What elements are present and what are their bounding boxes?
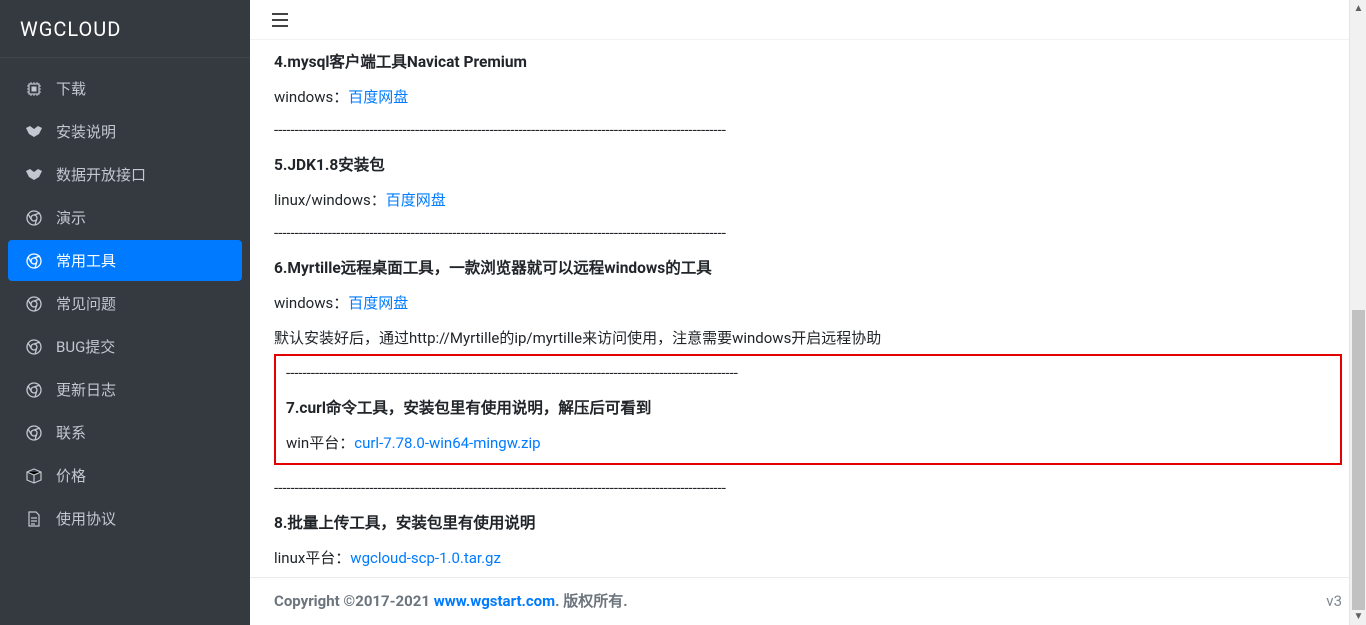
sidebar-item-label: 演示 (56, 207, 86, 228)
hamburger-icon (272, 13, 288, 27)
divider: ----------------------------------------… (286, 364, 1330, 382)
main-area: 4.mysql客户端工具Navicat Premiumwindows：百度网盘-… (250, 0, 1366, 625)
sidebar-item-4[interactable]: 常用工具 (8, 240, 242, 281)
content-line: linux/windows：百度网盘 (274, 189, 1342, 210)
brand-logo[interactable]: WGCLOUD (0, 0, 250, 58)
sidebar-item-label: 数据开放接口 (56, 164, 146, 185)
sidebar-item-9[interactable]: 价格 (8, 455, 242, 496)
file-icon (22, 511, 46, 527)
highlighted-section: ----------------------------------------… (274, 354, 1342, 465)
sidebar-item-label: BUG提交 (56, 336, 115, 357)
sidebar-item-6[interactable]: BUG提交 (8, 326, 242, 367)
sidebar-item-1[interactable]: 安装说明 (8, 111, 242, 152)
handshake-icon (22, 168, 46, 182)
content-line: win平台：curl-7.78.0-win64-mingw.zip (286, 432, 1330, 453)
content-line: linux平台：wgcloud-scp-1.0.tar.gz (274, 547, 1342, 568)
section-title: 4.mysql客户端工具Navicat Premium (274, 50, 1342, 72)
handshake-icon (22, 125, 46, 139)
sidebar-item-label: 常用工具 (56, 250, 116, 271)
line-prefix: windows： (274, 88, 348, 106)
vertical-scrollbar[interactable]: ▲ ▼ (1349, 0, 1366, 625)
scroll-down-arrow[interactable]: ▼ (1350, 608, 1366, 625)
sidebar: WGCLOUD 下载安装说明数据开放接口演示常用工具常见问题 BUG提交更新日志联… (0, 0, 250, 625)
section-title: 6.Myrtille远程桌面工具，一款浏览器就可以远程windows的工具 (274, 256, 1342, 278)
chrome-icon (22, 382, 46, 398)
sidebar-item-label: 价格 (56, 465, 86, 486)
content-line: 默认安装好后，通过http://Myrtille的ip/myrtille来访问使… (274, 327, 1342, 348)
sidebar-item-label: 联系 (56, 422, 86, 443)
chrome-icon (22, 253, 46, 269)
download-link[interactable]: 百度网盘 (348, 294, 408, 312)
sidebar-item-label: 安装说明 (56, 121, 116, 142)
sidebar-nav: 下载安装说明数据开放接口演示常用工具常见问题 BUG提交更新日志联系价格使用协议 (0, 58, 250, 551)
sidebar-item-label: 常见问题 (56, 293, 116, 314)
chrome-icon (22, 296, 46, 312)
divider: ----------------------------------------… (274, 479, 1342, 497)
sidebar-item-label: 更新日志 (56, 379, 116, 400)
topbar (250, 0, 1366, 40)
sidebar-item-label: 使用协议 (56, 508, 116, 529)
content-area: 4.mysql客户端工具Navicat Premiumwindows：百度网盘-… (250, 40, 1366, 577)
section-title: 8.批量上传工具，安装包里有使用说明 (274, 511, 1342, 533)
footer-site-link[interactable]: www.wgstart.com (434, 592, 555, 610)
chip-icon (22, 81, 46, 97)
chrome-icon (22, 425, 46, 441)
download-link[interactable]: wgcloud-scp-1.0.tar.gz (350, 549, 501, 567)
footer-copyright: Copyright ©2017-2021 www.wgstart.com. 版权… (274, 590, 628, 611)
download-link[interactable]: curl-7.78.0-win64-mingw.zip (354, 434, 540, 452)
content-line: windows：百度网盘 (274, 292, 1342, 313)
chrome-icon (22, 339, 46, 355)
sidebar-item-5[interactable]: 常见问题 (8, 283, 242, 324)
divider: ----------------------------------------… (274, 121, 1342, 139)
sidebar-item-8[interactable]: 联系 (8, 412, 242, 453)
line-prefix: win平台： (286, 434, 354, 452)
download-link[interactable]: 百度网盘 (386, 191, 446, 209)
sidebar-item-10[interactable]: 使用协议 (8, 498, 242, 539)
line-prefix: windows： (274, 294, 348, 312)
sidebar-item-3[interactable]: 演示 (8, 197, 242, 238)
sidebar-item-label: 下载 (56, 78, 86, 99)
content-line: windows：百度网盘 (274, 86, 1342, 107)
chrome-icon (22, 210, 46, 226)
line-prefix: linux/windows： (274, 191, 386, 209)
divider: ----------------------------------------… (274, 224, 1342, 242)
scrollbar-thumb[interactable] (1352, 310, 1365, 610)
section-title: 7.curl命令工具，安装包里有使用说明，解压后可看到 (286, 396, 1330, 418)
sidebar-item-7[interactable]: 更新日志 (8, 369, 242, 410)
footer-version: v3 (1326, 592, 1342, 610)
line-prefix: linux平台： (274, 549, 350, 567)
sidebar-item-0[interactable]: 下载 (8, 68, 242, 109)
sidebar-item-2[interactable]: 数据开放接口 (8, 154, 242, 195)
footer: Copyright ©2017-2021 www.wgstart.com. 版权… (250, 577, 1366, 625)
box-icon (22, 468, 46, 484)
scroll-up-arrow[interactable]: ▲ (1350, 0, 1366, 17)
menu-toggle-button[interactable] (266, 6, 294, 34)
download-link[interactable]: 百度网盘 (348, 88, 408, 106)
section-title: 5.JDK1.8安装包 (274, 153, 1342, 175)
